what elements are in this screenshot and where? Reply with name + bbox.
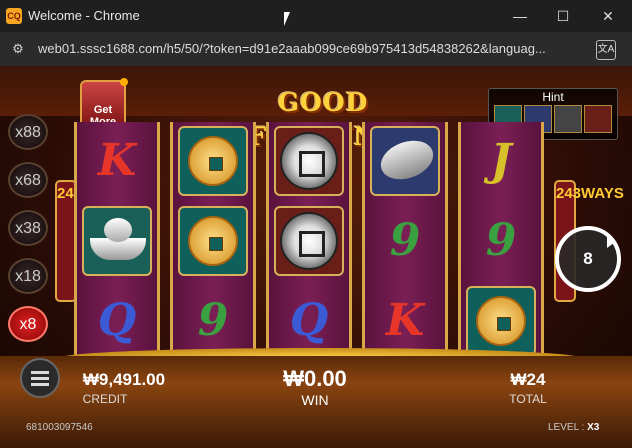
symbol-gold-ingot-icon: [82, 206, 152, 276]
title-bar: CQ Welcome - Chrome — ☐ ✕: [0, 0, 632, 32]
notification-dot-icon: [120, 78, 128, 86]
credit-value: ₩9,491.00: [82, 370, 166, 389]
symbol-k: K: [385, 295, 425, 346]
translate-icon[interactable]: 文A: [596, 40, 616, 60]
menu-line-icon: [31, 377, 49, 380]
refresh-arrow-icon: [607, 236, 615, 248]
reel-1: K Q: [74, 122, 160, 362]
window-title: Welcome - Chrome: [28, 8, 140, 23]
symbol-k: K: [97, 135, 137, 186]
multiplier-x68: x68: [8, 162, 48, 198]
symbol-9: 9: [389, 215, 421, 266]
total-value: ₩24: [510, 370, 546, 389]
level-indicator: LEVEL : X3: [548, 422, 599, 433]
reel-3: Q: [266, 122, 352, 362]
app-logo-icon: CQ: [6, 8, 22, 24]
symbol-j: J: [490, 135, 512, 186]
symbol-coin-icon: [466, 286, 536, 356]
reels-grid: K Q 9 Q 9 K J 9: [70, 122, 550, 362]
level-value: X3: [587, 422, 600, 433]
multiplier-x88: x88: [8, 114, 48, 150]
symbol-q: Q: [97, 295, 137, 346]
game-canvas[interactable]: GOOD FORTUNE Get More Hint x88 x68 x38 x…: [0, 66, 632, 448]
symbol-medal-icon: [274, 126, 344, 196]
hint-label: Hint: [542, 90, 564, 104]
game-id: 681003097546: [26, 422, 93, 433]
symbol-coin-icon: [178, 206, 248, 276]
symbol-coin-icon: [178, 126, 248, 196]
symbol-9: 9: [485, 215, 517, 266]
mouse-cursor-icon: [284, 12, 290, 26]
site-settings-icon[interactable]: ⚙: [10, 41, 26, 57]
close-button[interactable]: ✕: [588, 4, 628, 28]
minimize-button[interactable]: —: [500, 4, 540, 28]
multiplier-x38: x38: [8, 210, 48, 246]
maximize-button[interactable]: ☐: [543, 4, 583, 28]
spin-count: 8: [583, 249, 593, 268]
menu-button[interactable]: [20, 358, 60, 398]
level-label: LEVEL :: [548, 422, 585, 433]
multiplier-x18: x18: [8, 258, 48, 294]
credit-label: CREDIT: [82, 392, 128, 406]
reel-4: 9 K: [362, 122, 448, 362]
game-logo: GOOD FORTUNE: [248, 88, 396, 151]
symbol-medal-icon: [274, 206, 344, 276]
total-label: TOTAL: [509, 392, 547, 406]
url-field[interactable]: web01.sssc1688.com/h5/50/?token=d91e2aaa…: [38, 41, 588, 56]
symbol-9: 9: [197, 295, 229, 346]
hint-dragon-icon: [554, 105, 582, 133]
reel-5: J 9: [458, 122, 544, 362]
symbol-q: Q: [289, 295, 329, 346]
multiplier-x8-active: x8: [8, 306, 48, 342]
auto-spin-button[interactable]: 8: [555, 226, 621, 292]
hint-medal-icon: [584, 105, 612, 133]
menu-line-icon: [31, 371, 49, 374]
win-value: ₩0.00: [283, 366, 347, 391]
reel-2: 9: [170, 122, 256, 362]
menu-line-icon: [31, 383, 49, 386]
win-label: WIN: [301, 392, 329, 408]
symbol-silver-fish-icon: [370, 126, 440, 196]
address-bar: ⚙ web01.sssc1688.com/h5/50/?token=d91e2a…: [0, 32, 632, 66]
